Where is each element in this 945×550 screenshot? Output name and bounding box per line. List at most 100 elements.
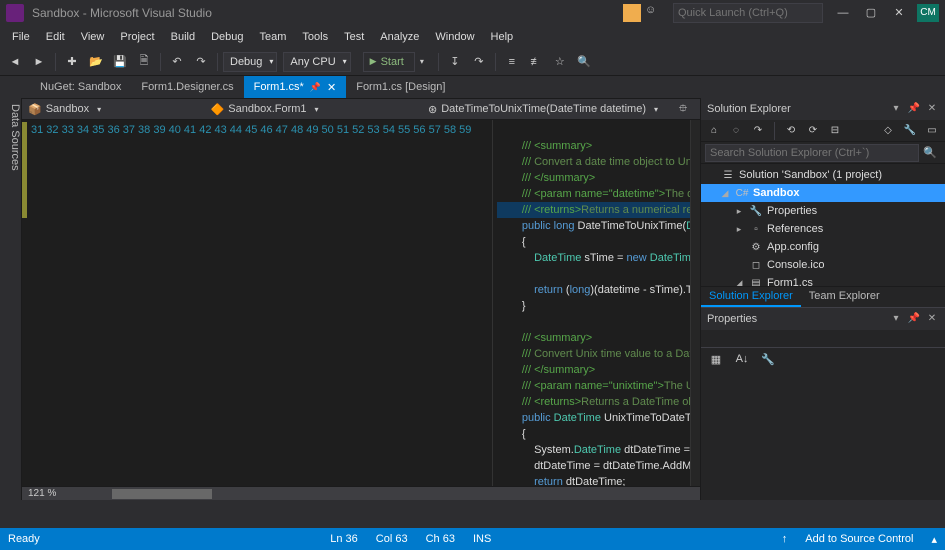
- props-pages-icon[interactable]: 🔧: [757, 348, 779, 370]
- tree-form1[interactable]: ◢▤Form1.cs: [701, 274, 945, 286]
- source-control-chevron-icon[interactable]: ▴: [931, 533, 937, 546]
- right-tabs: Solution Explorer Team Explorer: [701, 286, 945, 307]
- solution-tree[interactable]: ☰Solution 'Sandbox' (1 project) ◢C#Sandb…: [701, 164, 945, 286]
- se-properties-icon[interactable]: 🔧: [901, 122, 919, 140]
- save-all-button[interactable]: 🗎: [133, 51, 155, 73]
- save-button[interactable]: 💾: [109, 51, 131, 73]
- comment-button[interactable]: ≡: [501, 51, 523, 73]
- tab-solution-explorer[interactable]: Solution Explorer: [701, 287, 801, 307]
- maximize-button[interactable]: ▢: [857, 3, 885, 23]
- hscroll-thumb[interactable]: [112, 489, 212, 499]
- tab-team-explorer[interactable]: Team Explorer: [801, 287, 888, 307]
- menu-help[interactable]: Help: [483, 29, 522, 45]
- editor-navbar: 📦 Sandbox 🔶 Sandbox.Form1 ⊛ DateTimeToUn…: [22, 98, 700, 120]
- code-area[interactable]: /// <summary> /// Convert a date time ob…: [493, 120, 690, 486]
- panel-pin-icon[interactable]: 📌: [907, 102, 921, 116]
- zoom-level[interactable]: 121 %: [22, 488, 72, 499]
- tab-designer-cs[interactable]: Form1.Designer.cs: [131, 76, 243, 98]
- se-showall-icon[interactable]: ◇: [879, 122, 897, 140]
- tab-form1-design[interactable]: Form1.cs [Design]: [346, 76, 455, 98]
- menu-project[interactable]: Project: [112, 29, 162, 45]
- props-close-icon[interactable]: ✕: [925, 312, 939, 326]
- se-fwd-icon[interactable]: ↷: [749, 122, 767, 140]
- props-pin-icon[interactable]: 📌: [907, 312, 921, 326]
- bookmark-button[interactable]: ☆: [549, 51, 571, 73]
- step-over-button[interactable]: ↷: [468, 51, 490, 73]
- status-source-control[interactable]: Add to Source Control: [805, 533, 913, 545]
- menu-edit[interactable]: Edit: [38, 29, 73, 45]
- horizontal-scrollbar[interactable]: 121 %: [22, 486, 700, 500]
- redo-button[interactable]: ↷: [190, 51, 212, 73]
- se-refresh-icon[interactable]: ⟳: [804, 122, 822, 140]
- window-title: Sandbox - Microsoft Visual Studio: [32, 6, 212, 20]
- menu-analyze[interactable]: Analyze: [372, 29, 427, 45]
- menu-build[interactable]: Build: [163, 29, 203, 45]
- pin-icon[interactable]: 📌: [310, 82, 321, 93]
- menu-view[interactable]: View: [73, 29, 113, 45]
- platform-select[interactable]: Any CPU: [283, 52, 350, 72]
- side-tab-data-sources[interactable]: Data Sources: [0, 98, 22, 500]
- nav-fwd-button[interactable]: ►: [28, 51, 50, 73]
- menu-debug[interactable]: Debug: [203, 29, 251, 45]
- se-collapse-icon[interactable]: ⊟: [826, 122, 844, 140]
- tab-form1-cs[interactable]: Form1.cs*📌✕: [244, 76, 347, 98]
- tab-nuget[interactable]: NuGet: Sandbox: [30, 76, 131, 98]
- step-into-button[interactable]: ↧: [444, 51, 466, 73]
- panel-menu-icon[interactable]: ▾: [889, 102, 903, 116]
- props-menu-icon[interactable]: ▾: [889, 312, 903, 326]
- nav-back-button[interactable]: ◄: [4, 51, 26, 73]
- menu-tools[interactable]: Tools: [294, 29, 336, 45]
- se-preview-icon[interactable]: ▭: [923, 122, 941, 140]
- vs-logo-icon: [6, 4, 24, 22]
- menubar: File Edit View Project Build Debug Team …: [0, 26, 945, 48]
- vertical-scrollbar[interactable]: [690, 120, 700, 486]
- feedback-icon[interactable]: ☺: [645, 4, 663, 22]
- publish-icon[interactable]: [782, 533, 788, 545]
- menu-test[interactable]: Test: [336, 29, 372, 45]
- se-home-icon[interactable]: ⌂: [705, 122, 723, 140]
- fold-margin[interactable]: [479, 120, 493, 486]
- menu-file[interactable]: File: [4, 29, 38, 45]
- code-editor[interactable]: 📦 Sandbox 🔶 Sandbox.Form1 ⊛ DateTimeToUn…: [22, 98, 700, 500]
- config-select[interactable]: Debug: [223, 52, 277, 72]
- properties-toolbar: ▦ A↓ 🔧: [701, 348, 945, 370]
- status-ch: Ch 63: [426, 533, 455, 545]
- new-project-button[interactable]: ✚: [61, 51, 83, 73]
- solution-explorer-search: 🔍: [701, 142, 945, 164]
- user-badge[interactable]: CM: [917, 4, 939, 22]
- solution-explorer-toolbar: ⌂ ◌ ↷ ⟲ ⟳ ⊟ ◇ 🔧 ▭: [701, 120, 945, 142]
- tree-appconfig[interactable]: ⚙App.config: [701, 238, 945, 256]
- tree-references[interactable]: ▸▫References: [701, 220, 945, 238]
- notification-flag-icon[interactable]: [623, 4, 641, 22]
- se-search-input[interactable]: [705, 144, 919, 162]
- properties-header: Properties ▾ 📌 ✕: [701, 308, 945, 330]
- start-debug-button[interactable]: Start: [363, 52, 415, 72]
- properties-grid[interactable]: [701, 370, 945, 500]
- document-tabstrip: NuGet: Sandbox Form1.Designer.cs Form1.c…: [0, 76, 945, 98]
- se-sync-icon[interactable]: ⟲: [782, 122, 800, 140]
- properties-object-select[interactable]: [701, 330, 945, 348]
- undo-button[interactable]: ↶: [166, 51, 188, 73]
- close-button[interactable]: ✕: [885, 3, 913, 23]
- tree-properties[interactable]: ▸🔧Properties: [701, 202, 945, 220]
- panel-close-icon[interactable]: ✕: [925, 102, 939, 116]
- find-button[interactable]: 🔍: [573, 51, 595, 73]
- quick-launch-input[interactable]: [673, 3, 823, 23]
- nav-scope[interactable]: 📦 Sandbox: [28, 103, 101, 116]
- props-categorized-icon[interactable]: ▦: [705, 348, 727, 370]
- props-alpha-icon[interactable]: A↓: [731, 348, 753, 370]
- minimize-button[interactable]: —: [829, 3, 857, 23]
- nav-member[interactable]: ⊛ DateTimeToUnixTime(DateTime datetime): [428, 103, 658, 116]
- uncomment-button[interactable]: ≢: [525, 51, 547, 73]
- open-button[interactable]: 📂: [85, 51, 107, 73]
- tree-solution[interactable]: ☰Solution 'Sandbox' (1 project): [701, 166, 945, 184]
- split-icon[interactable]: ⯐: [672, 98, 694, 120]
- tree-consoleico[interactable]: ◻Console.ico: [701, 256, 945, 274]
- search-icon[interactable]: 🔍: [919, 142, 941, 164]
- close-tab-icon[interactable]: ✕: [327, 81, 336, 94]
- nav-class[interactable]: 🔶 Sandbox.Form1: [211, 103, 319, 116]
- menu-team[interactable]: Team: [252, 29, 295, 45]
- se-back-icon[interactable]: ◌: [727, 122, 745, 140]
- tree-project[interactable]: ◢C#Sandbox: [701, 184, 945, 202]
- menu-window[interactable]: Window: [427, 29, 482, 45]
